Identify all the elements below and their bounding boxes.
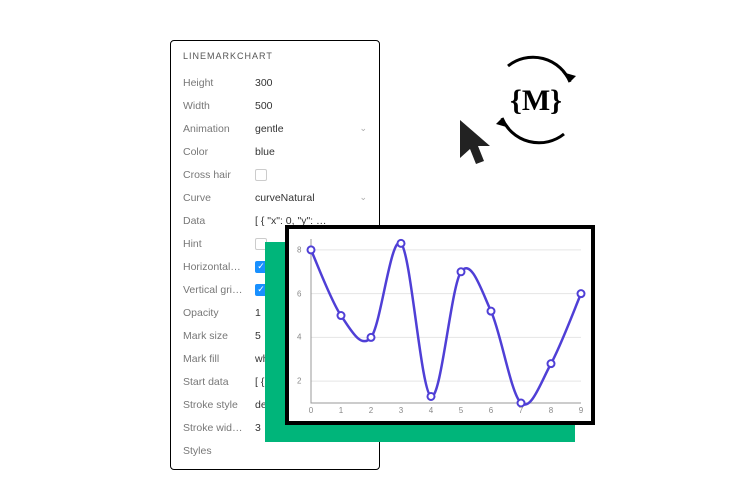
property-label: Mark fill [183, 353, 255, 365]
property-row: Styles [183, 439, 367, 462]
x-tick: 1 [339, 406, 343, 415]
cursor-icon [456, 118, 494, 168]
property-label: Horizontal… [183, 261, 255, 273]
panel-title: LINEMARKCHART [183, 51, 367, 61]
sync-braces-icon: {M} [486, 50, 586, 150]
property-label: Opacity [183, 307, 255, 319]
checkbox[interactable] [255, 169, 267, 181]
property-label: Animation [183, 123, 255, 135]
property-label: Stroke wid… [183, 422, 255, 434]
property-label: Start data [183, 376, 255, 388]
x-tick: 6 [489, 406, 493, 415]
property-value[interactable]: gentle [255, 123, 359, 135]
property-row: CurvecurveNatural⌄ [183, 186, 367, 209]
y-tick: 8 [297, 245, 301, 254]
x-tick: 3 [399, 406, 403, 415]
property-label: Color [183, 146, 255, 158]
y-tick: 6 [297, 289, 301, 298]
property-value[interactable]: curveNatural [255, 192, 359, 204]
chevron-down-icon: ⌄ [359, 123, 367, 134]
property-label: Styles [183, 445, 255, 457]
property-value[interactable]: 300 [255, 77, 367, 89]
property-label: X axis title [183, 468, 255, 471]
x-tick: 2 [369, 406, 373, 415]
property-label: Vertical gri… [183, 284, 255, 296]
chart-preview: 2 4 6 8 0 1 2 3 4 5 6 7 8 9 [285, 225, 595, 425]
property-label: Cross hair [183, 169, 255, 181]
property-row: X axis title [183, 462, 367, 470]
property-value[interactable]: blue [255, 146, 367, 158]
x-tick: 5 [459, 406, 463, 415]
property-label: Hint [183, 238, 255, 250]
y-tick: 4 [297, 333, 301, 342]
x-tick: 0 [309, 406, 313, 415]
x-tick: 4 [429, 406, 433, 415]
property-row: Width500 [183, 94, 367, 117]
property-value[interactable]: 500 [255, 100, 367, 112]
property-row: Cross hair [183, 163, 367, 186]
property-label: Mark size [183, 330, 255, 342]
x-tick: 9 [579, 406, 583, 415]
svg-text:{M}: {M} [510, 84, 562, 117]
chevron-down-icon: ⌄ [359, 192, 367, 203]
property-label: Stroke style [183, 399, 255, 411]
property-row: Animationgentle⌄ [183, 117, 367, 140]
property-label: Width [183, 100, 255, 112]
property-label: Height [183, 77, 255, 89]
x-tick: 7 [519, 406, 523, 415]
property-row: Colorblue [183, 140, 367, 163]
property-label: Curve [183, 192, 255, 204]
property-label: Data [183, 215, 255, 227]
y-tick: 2 [297, 377, 301, 386]
property-row: Height300 [183, 71, 367, 94]
x-tick: 8 [549, 406, 553, 415]
